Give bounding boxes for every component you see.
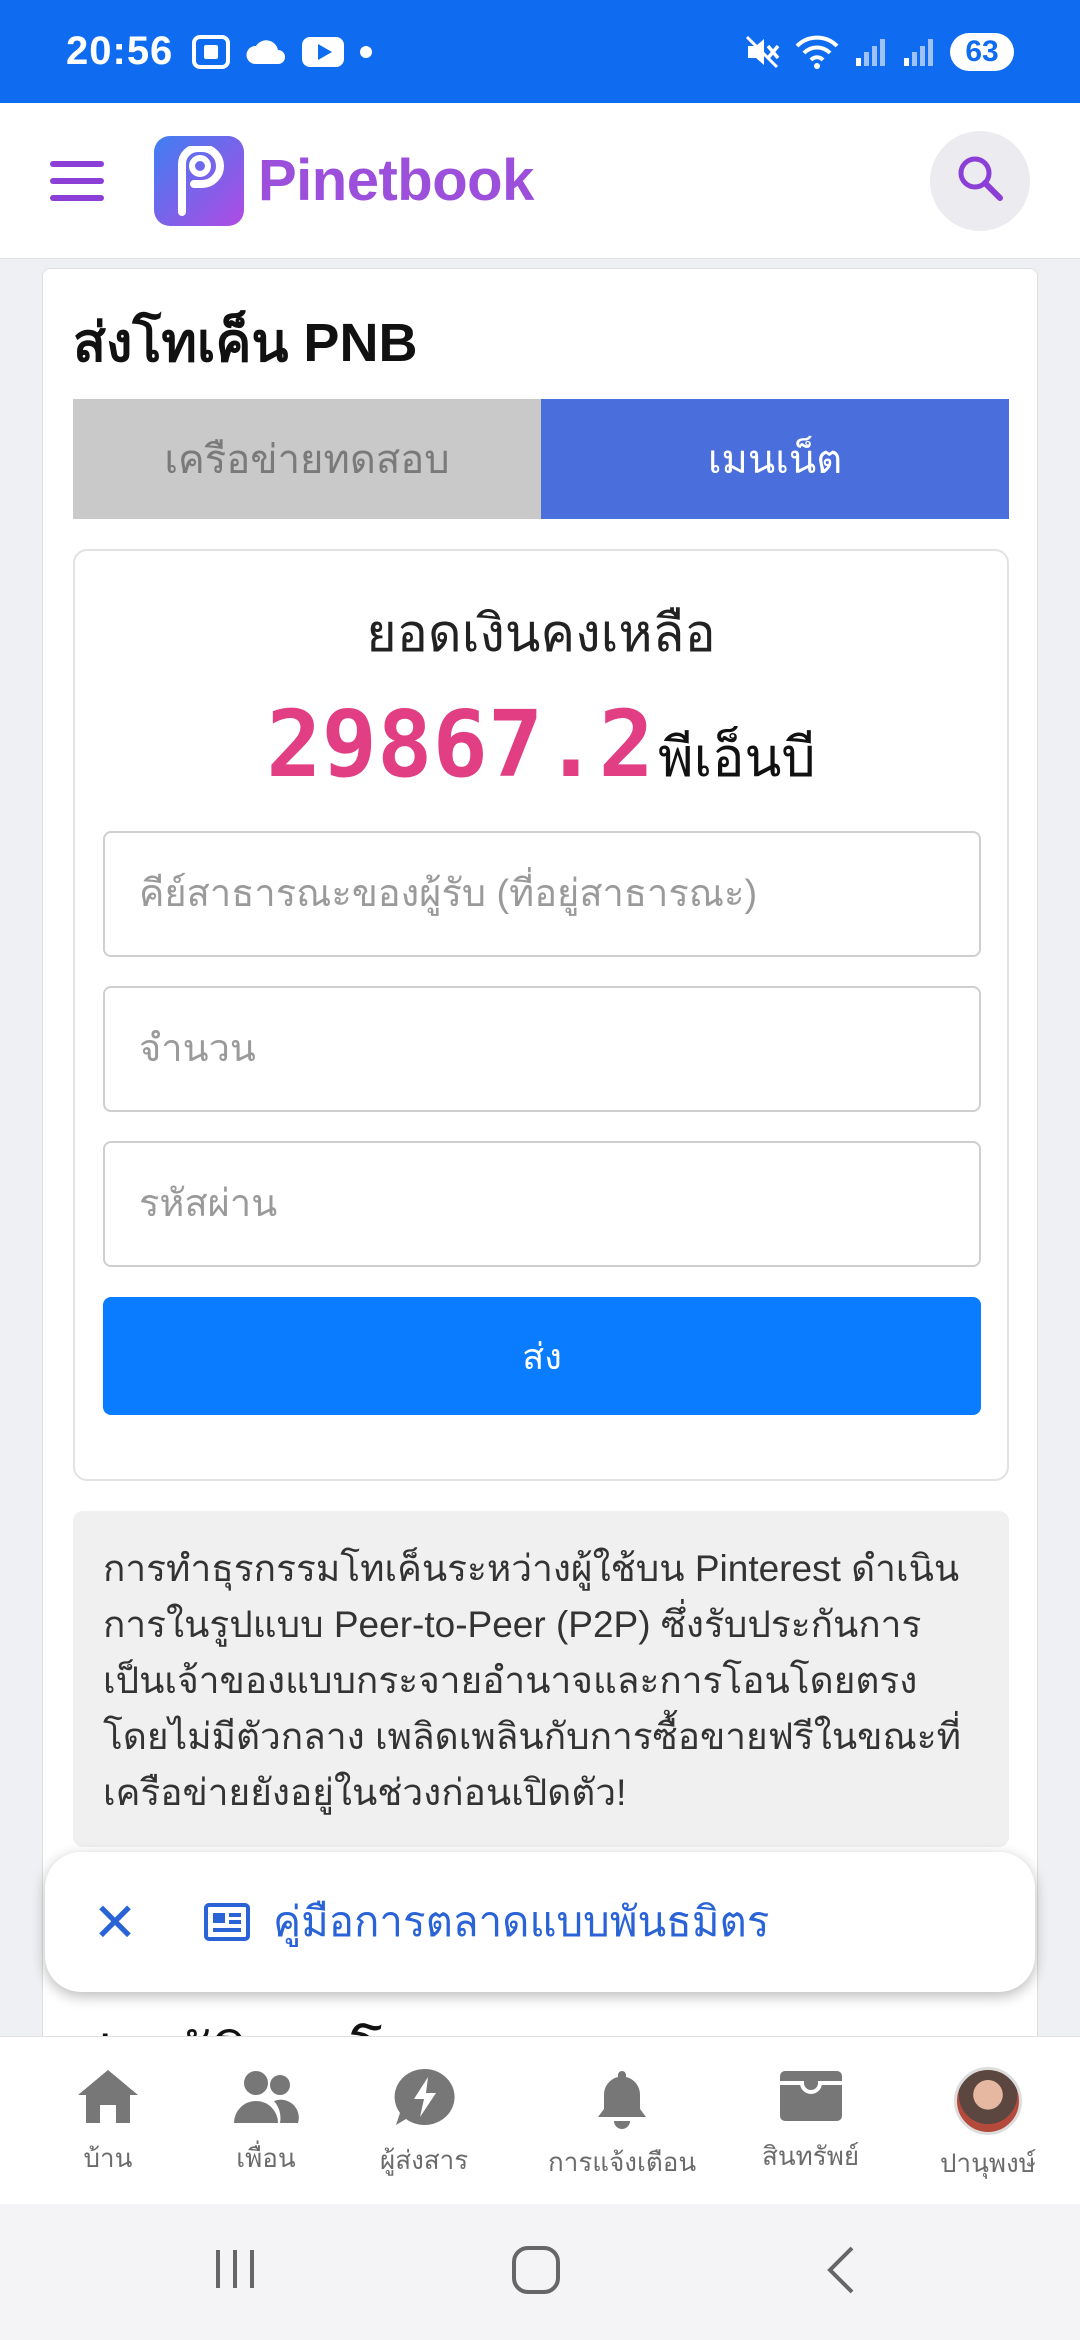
amount-input[interactable] [103,986,981,1112]
nav-home[interactable]: บ้าน [76,2067,140,2179]
bottom-navigation: บ้าน เพื่อน ผู้ส่งสาร การแจ้งเตือน สินทร… [0,2036,1080,2204]
nav-messenger[interactable]: ผู้ส่งสาร [380,2067,468,2181]
status-icons-right: 63 [744,32,1014,71]
logo-mark-icon [154,135,244,226]
friends-icon [232,2067,300,2130]
messenger-icon [392,2067,456,2132]
nav-friends[interactable]: เพื่อน [232,2067,300,2179]
app-logo[interactable]: Pinetbook [154,135,534,226]
home-nav-icon[interactable] [510,2244,562,2301]
status-bar: 20:56 63 [0,0,1080,103]
recent-apps-icon[interactable] [210,2244,260,2299]
wallet-form: ยอดเงินคงเหลือ 29867.2 พีเอ็นบี ส่ง [73,549,1009,1481]
app-name: Pinetbook [258,148,534,213]
balance-unit: พีเอ็นบี [658,728,816,788]
article-icon [203,1902,251,1942]
network-tabs: เครือข่ายทดสอบ เมนเน็ต [73,399,1009,519]
nav-profile[interactable]: ปานุพงษ์ [940,2067,1036,2184]
nav-label: การแจ้งเตือน [548,2147,697,2177]
nav-label: สินทรัพย์ [762,2141,860,2171]
affiliate-guide-banner: ✕ คู่มือการตลาดแบบพันธมิตร [45,1852,1035,1992]
status-icons-left [191,34,373,70]
back-icon[interactable] [820,2244,860,2301]
nav-label: ปานุพงษ์ [940,2148,1036,2178]
battery-level: 63 [950,32,1014,71]
home-icon [76,2067,140,2130]
signal-icon-2 [902,36,936,68]
p2p-info-text: การทำธุรกรรมโทเค็นระหว่างผู้ใช้บน Pinter… [73,1511,1009,1847]
nav-notifications[interactable]: การแจ้งเตือน [548,2067,696,2183]
nav-label: บ้าน [83,2143,133,2173]
page-title: ส่งโทเค็น PNB [73,313,418,373]
recipient-public-key-input[interactable] [103,831,981,957]
close-icon[interactable]: ✕ [85,1891,145,1954]
nav-label: เพื่อน [236,2143,296,2173]
search-icon [955,153,1005,208]
signal-icon-1 [854,36,888,68]
youtube-icon [301,36,345,68]
system-navigation-bar [0,2204,1080,2340]
status-time: 20:56 [66,29,174,73]
balance-row: 29867.2 พีเอ็นบี [75,691,1007,800]
menu-icon[interactable] [50,160,104,201]
wifi-icon [794,34,840,70]
avatar [953,2067,1022,2135]
search-button[interactable] [930,130,1030,231]
password-input[interactable] [103,1141,981,1267]
notification-dot-icon [359,45,373,59]
wallet-icon [778,2067,844,2128]
mute-icon [744,34,780,70]
cloud-icon [245,38,287,66]
send-token-card: ส่งโทเค็น PNB เครือข่ายทดสอบ เมนเน็ต ยอด… [42,268,1038,2090]
tab-mainnet[interactable]: เมนเน็ต [541,399,1009,519]
affiliate-guide-link[interactable]: คู่มือการตลาดแบบพันธมิตร [273,1889,769,1955]
tab-testnet[interactable]: เครือข่ายทดสอบ [73,399,541,519]
send-button[interactable]: ส่ง [103,1297,981,1415]
balance-amount: 29867.2 [266,691,655,798]
app-header: Pinetbook [0,103,1080,259]
nav-label: ผู้ส่งสาร [380,2145,469,2175]
balance-label: ยอดเงินคงเหลือ [366,605,716,663]
bell-icon [592,2067,652,2134]
screenshot-icon [191,34,231,70]
nav-assets[interactable]: สินทรัพย์ [762,2067,859,2177]
